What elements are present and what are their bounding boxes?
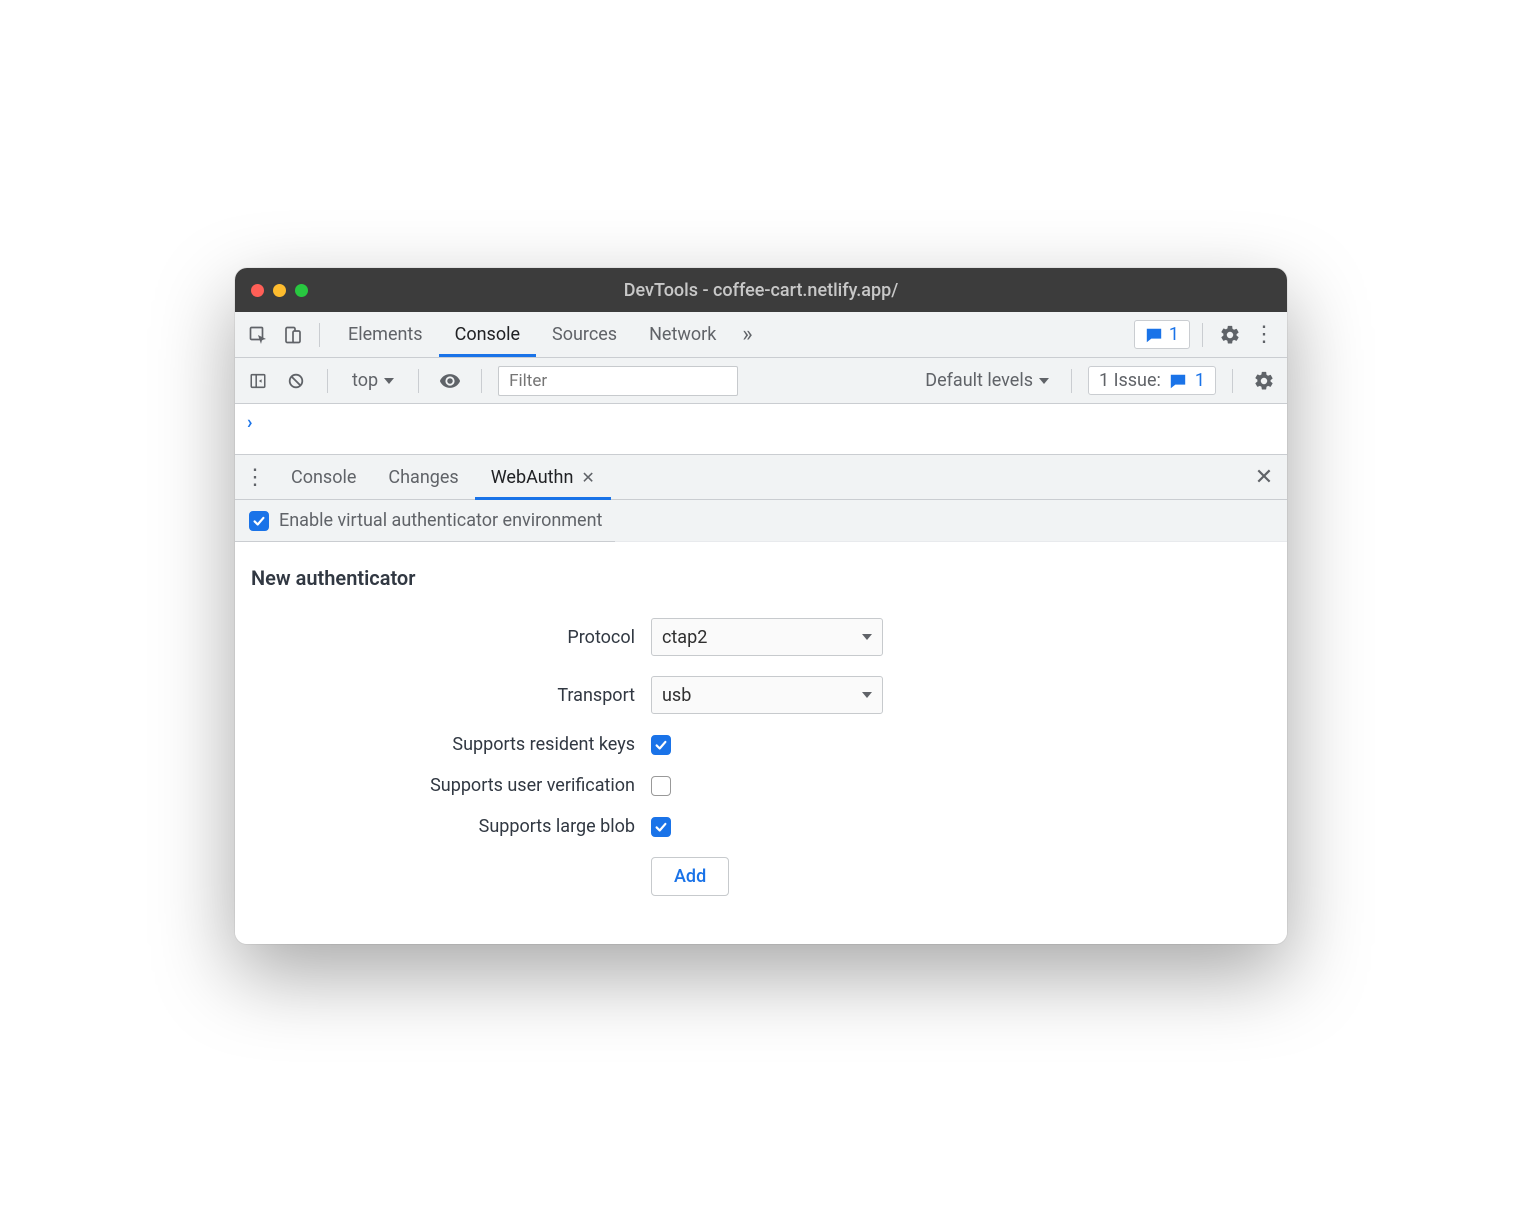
large-blob-checkbox[interactable]	[651, 817, 671, 837]
more-tabs-button[interactable]: »	[732, 312, 762, 357]
separator	[1232, 369, 1233, 393]
kebab-menu-icon[interactable]: ⋮	[1249, 320, 1279, 350]
window-title: DevTools - coffee-cart.netlify.app/	[235, 280, 1287, 301]
panel-heading: New authenticator	[251, 566, 1271, 590]
message-icon	[1145, 326, 1163, 344]
separator	[1071, 369, 1072, 393]
dropdown-caret-icon	[862, 692, 872, 698]
messages-badge[interactable]: 1	[1134, 320, 1190, 349]
form-row-user-verification: Supports user verification	[251, 775, 1271, 796]
separator	[418, 369, 419, 393]
separator	[1202, 323, 1203, 347]
console-settings-icon[interactable]	[1249, 366, 1279, 396]
issues-count: 1	[1195, 370, 1205, 391]
enable-label: Enable virtual authenticator environment	[279, 510, 602, 531]
resident-keys-label: Supports resident keys	[251, 734, 651, 755]
close-drawer-icon[interactable]: ✕	[1249, 465, 1279, 490]
issues-label: 1 Issue:	[1099, 370, 1161, 391]
form-row-transport: Transport usb	[251, 676, 1271, 714]
drawer-tabs: ⋮ Console Changes WebAuthn ✕ ✕	[235, 454, 1287, 500]
context-label: top	[352, 370, 378, 391]
issues-badge[interactable]: 1 Issue: 1	[1088, 366, 1216, 395]
new-authenticator-panel: New authenticator Protocol ctap2 Transpo…	[235, 542, 1287, 944]
tab-console[interactable]: Console	[439, 312, 536, 357]
settings-icon[interactable]	[1215, 320, 1245, 350]
inspect-element-icon[interactable]	[243, 320, 273, 350]
dropdown-caret-icon	[1039, 378, 1049, 384]
close-window-button[interactable]	[251, 284, 264, 297]
console-toolbar: top Default levels 1 Issue: 1	[235, 358, 1287, 404]
message-icon	[1169, 372, 1187, 390]
messages-count: 1	[1169, 324, 1179, 345]
user-verification-checkbox[interactable]	[651, 776, 671, 796]
live-expression-icon[interactable]	[435, 366, 465, 396]
clear-console-icon[interactable]	[281, 366, 311, 396]
devtools-window: DevTools - coffee-cart.netlify.app/ Elem…	[235, 268, 1287, 944]
resident-keys-checkbox[interactable]	[651, 735, 671, 755]
transport-select[interactable]: usb	[651, 676, 883, 714]
device-toolbar-icon[interactable]	[277, 320, 307, 350]
protocol-select[interactable]: ctap2	[651, 618, 883, 656]
form-row-add: Add	[251, 857, 1271, 896]
separator	[319, 323, 320, 347]
console-prompt-icon: ›	[247, 412, 252, 433]
drawer-tab-webauthn[interactable]: WebAuthn ✕	[475, 455, 611, 499]
form-row-resident-keys: Supports resident keys	[251, 734, 1271, 755]
large-blob-label: Supports large blob	[251, 816, 651, 837]
user-verification-label: Supports user verification	[251, 775, 651, 796]
main-tabs: Elements Console Sources Network »	[332, 312, 762, 357]
separator	[481, 369, 482, 393]
add-button[interactable]: Add	[651, 857, 729, 896]
console-body[interactable]: ›	[235, 404, 1287, 454]
separator	[327, 369, 328, 393]
titlebar: DevTools - coffee-cart.netlify.app/	[235, 268, 1287, 312]
form-row-protocol: Protocol ctap2	[251, 618, 1271, 656]
enable-virtual-auth-checkbox[interactable]	[249, 511, 269, 531]
close-tab-icon[interactable]: ✕	[581, 468, 594, 487]
tab-sources[interactable]: Sources	[536, 312, 633, 357]
execution-context-selector[interactable]: top	[344, 370, 402, 391]
traffic-lights	[251, 284, 308, 297]
enable-bar: Enable virtual authenticator environment	[235, 500, 1287, 542]
filter-input[interactable]	[498, 366, 738, 396]
transport-label: Transport	[251, 685, 651, 706]
main-toolbar: Elements Console Sources Network » 1 ⋮	[235, 312, 1287, 358]
zoom-window-button[interactable]	[295, 284, 308, 297]
log-levels-selector[interactable]: Default levels	[919, 370, 1055, 391]
tab-elements[interactable]: Elements	[332, 312, 439, 357]
sidebar-toggle-icon[interactable]	[243, 366, 273, 396]
levels-label: Default levels	[925, 370, 1033, 391]
tab-network[interactable]: Network	[633, 312, 732, 357]
minimize-window-button[interactable]	[273, 284, 286, 297]
drawer-tab-changes[interactable]: Changes	[372, 455, 474, 499]
transport-value: usb	[662, 685, 691, 706]
dropdown-caret-icon	[384, 378, 394, 384]
protocol-value: ctap2	[662, 627, 707, 648]
drawer-kebab-icon[interactable]: ⋮	[243, 465, 267, 490]
protocol-label: Protocol	[251, 627, 651, 648]
drawer-tab-console[interactable]: Console	[275, 455, 372, 499]
form-row-large-blob: Supports large blob	[251, 816, 1271, 837]
drawer-tab-label: WebAuthn	[491, 467, 574, 488]
dropdown-caret-icon	[862, 634, 872, 640]
